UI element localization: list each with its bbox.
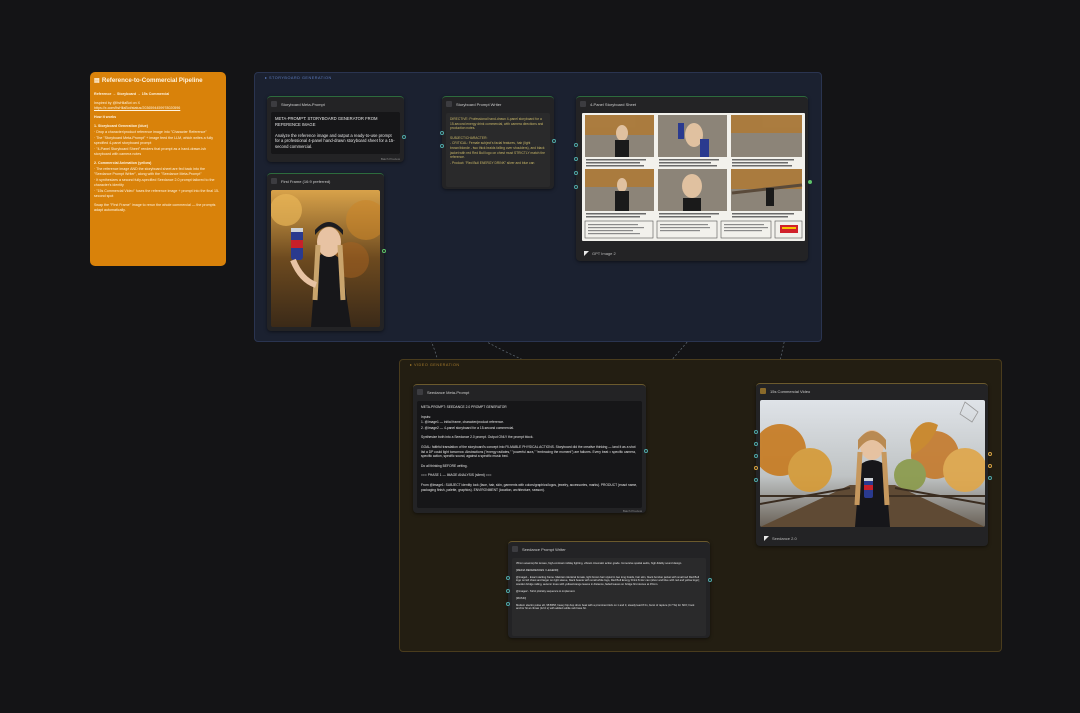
note-icon: ▤ [94,77,100,84]
input-port[interactable] [574,185,578,189]
prompt-line: [MUSIC] [516,596,527,600]
node-title: First Frame (16:9 preferred) [281,178,331,184]
input-port[interactable] [574,143,578,147]
prompt-line: @image1 - Exact starting frame. Maintain… [516,575,700,587]
node-icon [271,178,277,184]
prompt-line: - CRITICAL: Female subject's facial feat… [450,141,545,160]
note-step2-line: · "15s Commercial Video" fuses the refer… [94,189,220,198]
prompt-textarea[interactable]: META-PROMPT: SEEDANCE 2.0 PROMPT GENERAT… [417,401,642,508]
prompt-line: @image2 - Strict plot/sky sequence to im… [516,589,576,593]
note-title: Reference-to-Commercial Pipeline [101,77,203,84]
generated-prompt-text[interactable]: 35mm anamorphic lenses, high-contrast mi… [512,558,706,636]
prompt-line: DIRECTIVE: Professional hand-drawn 4-pan… [450,117,544,131]
prompt-line: From @image1: SUBJECT identity lock (fac… [421,482,638,492]
node-icon [417,389,423,395]
output-port[interactable] [988,476,992,480]
node-icon [271,101,277,107]
batch-preview-label: Batch Preview [622,509,642,513]
note-step2-line: · It synthesizes a second fully-specifie… [94,178,215,187]
output-port[interactable] [988,464,992,468]
input-port[interactable] [754,442,758,446]
first-frame-image[interactable] [271,190,380,327]
generated-prompt-text[interactable]: DIRECTIVE: Professional hand-drawn 4-pan… [446,113,550,187]
node-seedance-prompt-writer[interactable]: Seedance Prompt Writer 35mm anamorphic l… [506,541,712,638]
prompt-line: - Product: "Red Bull ENERGY DRINK" silve… [450,160,535,165]
group-storyboard-title: ▸ STORYBOARD GENERATION [265,76,332,80]
note-step1-line: · "4-Panel Storyboard Sheet" renders tha… [94,147,207,156]
output-port[interactable] [552,139,556,143]
node-seedance-meta-prompt[interactable]: Seedance Meta-Prompt META-PROMPT: SEEDAN… [413,384,648,513]
storyboard-sheet-image[interactable] [582,113,805,241]
node-title: Storyboard Meta-Prompt [281,101,325,107]
pipeline-note[interactable]: ▤ Reference-to-Commercial Pipeline Refere… [90,72,226,266]
prompt-line: GOAL: faithful translation of the storyb… [421,444,636,459]
prompt-textarea[interactable]: META-PROMPT: STORYBOARD GENERATOR FROM R… [271,112,400,154]
note-closing: Swap the "First Frame" image to rerun th… [94,203,216,212]
input-port[interactable] [754,466,758,470]
note-step2-title: 2. Commercial Animation (yellow) [94,161,152,165]
prompt-line: SUBJECT/CHARACTER: [450,135,488,140]
node-title: 15s Commercial Video [770,388,811,394]
node-icon [512,546,518,552]
prompt-line: [MEDIA REFERENCES / LEGEND] [516,568,559,572]
prompt-line: 1. @image1 — initial frame, character/pr… [421,420,505,425]
node-title: Seedance Meta-Prompt [427,389,470,395]
input-port[interactable] [754,430,758,434]
batch-preview-label: Batch Preview [380,157,400,161]
prompt-line: 35mm anamorphic lenses, high-contrast mi… [516,562,682,565]
output-port[interactable] [382,249,386,253]
node-storyboard-sheet[interactable]: 4-Panel Storyboard Sheet GPT Image 2 [574,96,812,261]
node-title: Storyboard Prompt Writer [456,101,502,107]
note-how: How it works [94,115,117,119]
output-port[interactable] [402,135,406,139]
input-port[interactable] [754,478,758,482]
prompt-line: META-PROMPT: SEEDANCE 2.0 PROMPT GENERAT… [421,405,507,409]
node-storyboard-prompt-writer[interactable]: Storyboard Prompt Writer DIRECTIVE: Prof… [440,96,556,189]
note-step1-line: · The "Storyboard Meta-Prompt" + image f… [94,136,214,145]
prompt-line: === PHASE 1 — IMAGE ANALYSIS (silent) ==… [421,473,492,478]
input-port[interactable] [440,144,444,148]
prompt-line: Inputs: [421,414,431,419]
prompt-line: META-PROMPT: STORYBOARD GENERATOR FROM R… [275,116,378,127]
note-subtitle: Reference → Storyboard → 15s Commercial [94,92,170,96]
output-port[interactable] [644,449,648,453]
input-port[interactable] [440,131,444,135]
seedance-icon [764,536,769,541]
note-link[interactable]: https://x.com/ItsHilaBot/status/20365944… [94,106,180,110]
node-title: Seedance Prompt Writer [522,546,566,552]
input-port[interactable] [574,157,578,161]
model-label: GPT Image 2 [584,251,616,256]
node-commercial-video[interactable]: 15s Commercial Video Seedance 2.0 [754,383,992,546]
group-video-title: ▸ VIDEO GENERATION [410,363,460,367]
input-port[interactable] [506,576,510,580]
node-first-frame[interactable]: First Frame (16:9 preferred) [267,173,386,331]
prompt-line: Synthesize both into a Seedance 2.0 prom… [421,435,534,440]
input-port[interactable] [754,454,758,458]
input-port[interactable] [506,602,510,606]
note-step2-line: · The reference image AND the storyboard… [94,167,206,176]
model-label: Seedance 2.0 [764,536,797,541]
prompt-line: 2. @image2 — 4-panel storyboard for a 15… [421,425,514,430]
node-storyboard-meta-prompt[interactable]: Storyboard Meta-Prompt META-PROMPT: STOR… [267,96,406,162]
output-port[interactable] [988,452,992,456]
openai-icon [584,251,589,256]
node-icon [446,101,452,107]
node-icon [580,101,586,107]
note-step1-title: 1. Storyboard Generation (blue) [94,124,148,128]
input-port[interactable] [574,171,578,175]
prompt-line: Analyze the reference image and output a… [275,132,395,150]
prompt-line: Modern electro pulse eft, 98 BPM, heavy … [516,603,695,611]
note-step1-line: · Drop a character/product reference ima… [94,130,207,134]
node-icon [760,388,766,394]
input-port[interactable] [506,589,510,593]
node-title: 4-Panel Storyboard Sheet [590,101,637,107]
output-port[interactable] [808,180,812,184]
video-preview[interactable] [760,400,985,527]
output-port[interactable] [708,578,712,582]
prompt-line: Do all thinking BEFORE writing. [421,463,468,468]
